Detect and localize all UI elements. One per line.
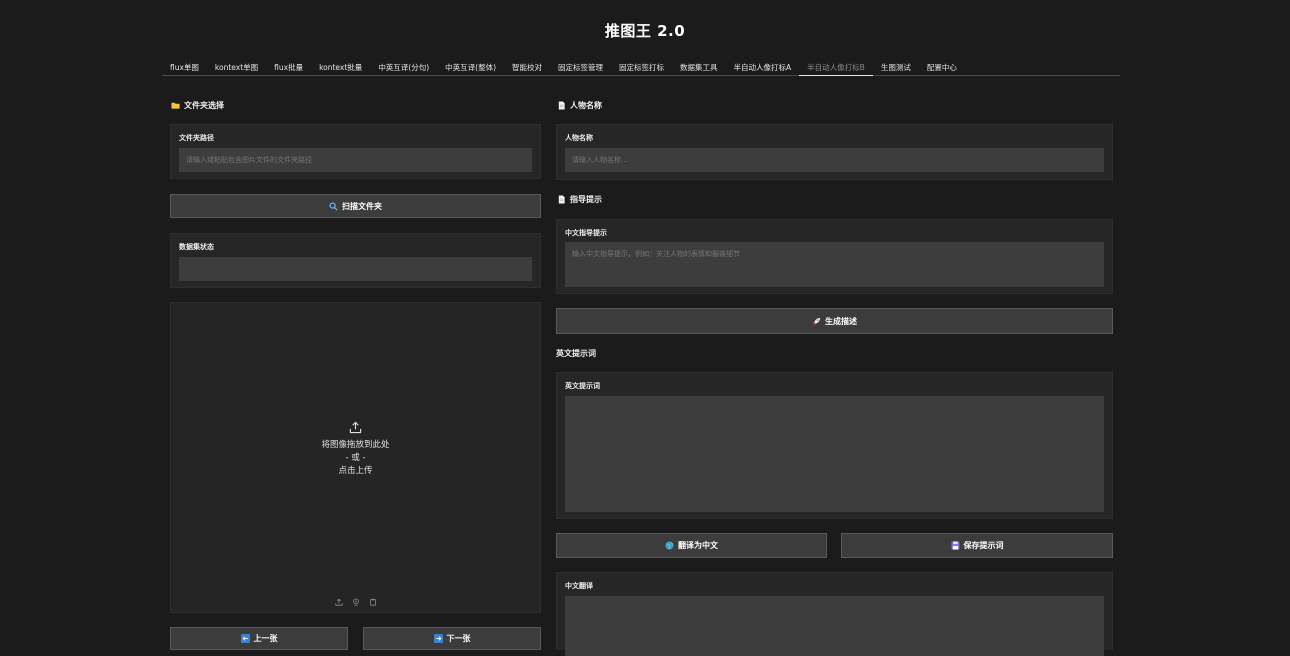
webcam-icon[interactable] bbox=[352, 598, 360, 606]
english-section-title: 英文提示词 bbox=[556, 348, 596, 359]
dataset-status-panel: 数据集状态 bbox=[170, 233, 541, 288]
upload-icon bbox=[349, 421, 362, 434]
tab-0[interactable]: flux单图 bbox=[162, 60, 207, 75]
person-section-title: 人物名称 bbox=[557, 100, 602, 111]
tab-13[interactable]: 配置中心 bbox=[919, 60, 965, 75]
upload-prompt[interactable]: 将图像拖放到此处 - 或 - 点击上传 bbox=[171, 421, 540, 478]
generate-description-label: 生成描述 bbox=[825, 316, 857, 326]
person-name-panel: 人物名称 bbox=[556, 124, 1113, 180]
folder-section-title: 文件夹选择 bbox=[171, 100, 224, 111]
document-icon bbox=[558, 195, 565, 204]
tab-11[interactable]: 半自动人像打标B bbox=[799, 60, 873, 76]
folder-path-label: 文件夹路径 bbox=[179, 134, 214, 142]
dataset-status-label: 数据集状态 bbox=[179, 243, 214, 251]
tab-6[interactable]: 智能校对 bbox=[504, 60, 550, 75]
guide-prompt-label: 中文指导提示 bbox=[565, 229, 607, 237]
prev-image-button[interactable]: 上一张 bbox=[170, 627, 348, 650]
upload-line-2: - 或 - bbox=[345, 453, 366, 463]
globe-icon bbox=[665, 541, 674, 550]
image-upload-area[interactable]: 将图像拖放到此处 - 或 - 点击上传 bbox=[170, 302, 541, 613]
chinese-translation-label: 中文翻译 bbox=[565, 582, 593, 590]
rocket-icon bbox=[812, 317, 821, 325]
person-name-label: 人物名称 bbox=[565, 134, 593, 142]
right-arrow-icon bbox=[433, 634, 443, 643]
left-arrow-icon bbox=[240, 634, 250, 643]
folder-path-panel: 文件夹路径 bbox=[170, 124, 541, 179]
tab-8[interactable]: 固定标签打标 bbox=[611, 60, 672, 75]
dataset-status-field bbox=[179, 257, 532, 281]
clipboard-icon[interactable] bbox=[369, 598, 377, 606]
search-icon bbox=[329, 201, 338, 211]
folder-icon bbox=[171, 102, 180, 109]
prev-image-label: 上一张 bbox=[253, 634, 278, 643]
translate-label: 翻译为中文 bbox=[678, 541, 718, 550]
save-prompt-label: 保存提示词 bbox=[963, 541, 1004, 550]
generate-description-button[interactable]: 生成描述 bbox=[556, 308, 1113, 334]
save-icon bbox=[950, 541, 960, 550]
english-section-label: 英文提示词 bbox=[556, 349, 596, 358]
app-title: 推图王 2.0 bbox=[604, 22, 686, 40]
tab-7[interactable]: 固定标签管理 bbox=[550, 60, 611, 75]
save-prompt-button[interactable]: 保存提示词 bbox=[841, 533, 1113, 558]
tab-12[interactable]: 生图测试 bbox=[873, 60, 919, 75]
next-image-button[interactable]: 下一张 bbox=[363, 627, 541, 650]
tab-4[interactable]: 中英互译(分句) bbox=[370, 60, 437, 75]
folder-section-label: 文件夹选择 bbox=[184, 101, 224, 110]
guide-prompt-panel: 中文指导提示 bbox=[556, 219, 1113, 294]
person-name-input[interactable] bbox=[565, 148, 1104, 172]
tab-10[interactable]: 半自动人像打标A bbox=[726, 60, 800, 75]
upload-line-1: 将图像拖放到此处 bbox=[321, 440, 390, 450]
next-image-label: 下一张 bbox=[446, 634, 471, 643]
upload-line-3: 点击上传 bbox=[338, 466, 373, 476]
tab-3[interactable]: kontext批量 bbox=[311, 60, 370, 75]
english-prompt-label: 英文提示词 bbox=[565, 382, 600, 390]
guide-section-title: 指导提示 bbox=[557, 194, 602, 205]
document-icon bbox=[558, 101, 565, 110]
tab-9[interactable]: 数据集工具 bbox=[672, 60, 726, 75]
scan-folder-label: 扫描文件夹 bbox=[342, 201, 382, 211]
english-prompt-textarea[interactable] bbox=[565, 396, 1104, 512]
scan-folder-button[interactable]: 扫描文件夹 bbox=[170, 194, 541, 218]
tab-2[interactable]: flux批量 bbox=[266, 60, 311, 75]
folder-path-input[interactable] bbox=[179, 148, 532, 172]
upload-small-icon[interactable] bbox=[334, 598, 343, 606]
guide-prompt-input[interactable] bbox=[565, 242, 1104, 287]
tab-bar: flux单图 kontext单图 flux批量 kontext批量 中英互译(分句) 中英… bbox=[162, 60, 1120, 76]
upload-toolbar bbox=[171, 598, 540, 606]
chinese-translation-textarea[interactable] bbox=[565, 596, 1104, 656]
guide-section-label: 指导提示 bbox=[570, 195, 602, 204]
translate-to-chinese-button[interactable]: 翻译为中文 bbox=[556, 533, 827, 558]
tab-1[interactable]: kontext单图 bbox=[207, 60, 266, 75]
tab-5[interactable]: 中英互译(整体) bbox=[437, 60, 504, 75]
chinese-translation-panel: 中文翻译 bbox=[556, 572, 1113, 656]
english-prompt-panel: 英文提示词 bbox=[556, 372, 1113, 519]
person-section-label: 人物名称 bbox=[570, 101, 602, 110]
